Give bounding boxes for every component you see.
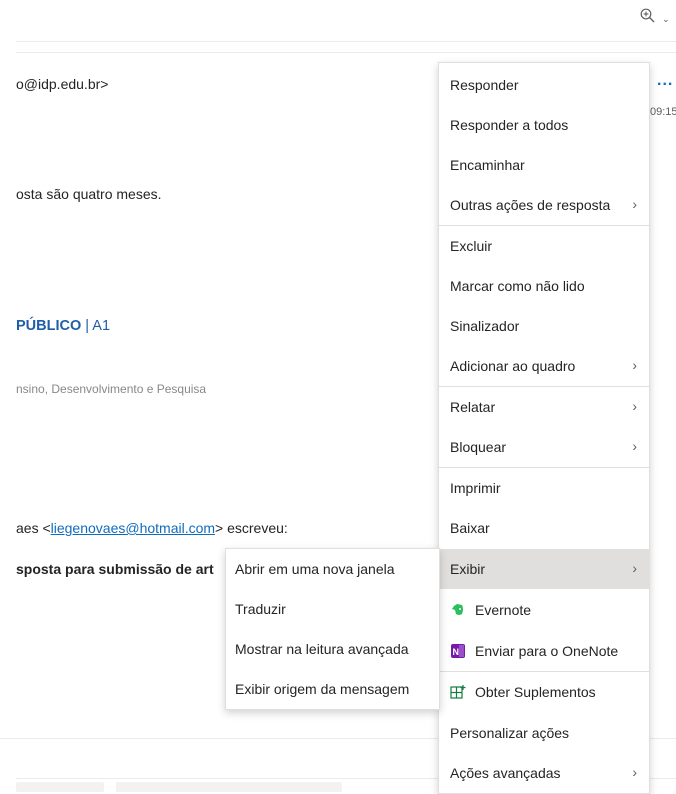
menu-item-label: Enviar para o OneNote (475, 643, 619, 659)
menu-item-exibir[interactable]: Exibir › (439, 549, 649, 589)
brand-name: PÚBLICO (16, 318, 82, 334)
submenu-item-exibir-origem[interactable]: Exibir origem da mensagem (226, 669, 439, 709)
menu-item-label: Outras ações de resposta (450, 197, 611, 213)
submenu-item-traduzir[interactable]: Traduzir (226, 589, 439, 629)
chevron-right-icon: › (632, 196, 637, 212)
submenu-item-label: Exibir origem da mensagem (235, 681, 410, 697)
reply-header: aes <liegenovaes@hotmail.com> escreveu: (16, 520, 288, 536)
submenu-item-leitura-avancada[interactable]: Mostrar na leitura avançada (226, 629, 439, 669)
submenu-item-label: Mostrar na leitura avançada (235, 641, 409, 657)
reply-suffix: > escreveu: (215, 520, 288, 536)
menu-item-baixar[interactable]: Baixar (439, 508, 649, 548)
menu-item-personalizar-acoes[interactable]: Personalizar ações (439, 713, 649, 753)
view-submenu: Abrir em uma nova janela Traduzir Mostra… (225, 548, 440, 710)
menu-item-label: Personalizar ações (450, 725, 570, 741)
menu-item-evernote[interactable]: Evernote (439, 590, 649, 630)
attachment-chip[interactable] (16, 782, 104, 792)
signature-brand: PÚBLICO | A1 (16, 318, 110, 334)
menu-item-label: Baixar (450, 520, 490, 536)
more-actions-button[interactable]: ... (657, 72, 673, 90)
menu-item-adicionar-ao-quadro[interactable]: Adicionar ao quadro › (439, 346, 649, 386)
menu-item-label: Obter Suplementos (475, 684, 596, 700)
body-text: osta são quatro meses. (16, 186, 162, 202)
menu-item-responder[interactable]: Responder (439, 65, 649, 105)
menu-item-outras-acoes-de-resposta[interactable]: Outras ações de resposta › (439, 185, 649, 225)
chevron-right-icon: › (632, 398, 637, 414)
message-time: 09:15 (650, 106, 676, 118)
menu-item-label: Relatar (450, 399, 496, 415)
menu-item-sinalizador[interactable]: Sinalizador (439, 306, 649, 346)
brand-separator: | (81, 318, 93, 334)
attachment-chip[interactable] (116, 782, 342, 792)
divider (16, 41, 676, 42)
chevron-right-icon: › (632, 560, 637, 576)
reply-prefix: aes < (16, 520, 51, 536)
submenu-item-label: Abrir em uma nova janela (235, 561, 395, 577)
menu-item-enviar-para-o-onenote[interactable]: N Enviar para o OneNote (439, 631, 649, 671)
menu-item-label: Evernote (475, 602, 532, 618)
onenote-icon: N (450, 643, 466, 659)
brand-rank: A1 (92, 318, 111, 334)
zoom-in-icon (640, 8, 659, 27)
svg-text:N: N (453, 647, 460, 657)
menu-item-label: Sinalizador (450, 318, 520, 334)
menu-item-label: Bloquear (450, 439, 507, 455)
menu-item-label: Ações avançadas (450, 765, 561, 781)
chevron-right-icon: › (632, 438, 637, 454)
context-menu: Responder Responder a todos Encaminhar O… (438, 62, 650, 794)
menu-item-label: Encaminhar (450, 157, 525, 173)
menu-item-label: Responder (450, 77, 519, 93)
menu-item-imprimir[interactable]: Imprimir (439, 468, 649, 508)
menu-item-relatar[interactable]: Relatar › (439, 387, 649, 427)
reply-subject: sposta para submissão de art (16, 561, 214, 577)
reply-email-link[interactable]: liegenovaes@hotmail.com (51, 520, 215, 536)
menu-item-obter-suplementos[interactable]: Obter Suplementos (439, 672, 649, 712)
menu-item-bloquear[interactable]: Bloquear › (439, 427, 649, 467)
chevron-down-icon: ⌄ (662, 13, 670, 24)
menu-item-responder-a-todos[interactable]: Responder a todos (439, 105, 649, 145)
menu-item-label: Adicionar ao quadro (450, 358, 576, 374)
divider (16, 52, 676, 53)
menu-item-excluir[interactable]: Excluir (439, 226, 649, 266)
submenu-item-label: Traduzir (235, 601, 286, 617)
zoom-button[interactable]: ⌄ (640, 8, 670, 27)
add-ins-icon (450, 684, 466, 700)
menu-item-marcar-como-nao-lido[interactable]: Marcar como não lido (439, 266, 649, 306)
chevron-right-icon: › (632, 357, 637, 373)
institution-name: nsino, Desenvolvimento e Pesquisa (16, 382, 207, 396)
menu-item-acoes-avancadas[interactable]: Ações avançadas › (439, 753, 649, 793)
menu-item-label: Responder a todos (450, 117, 569, 133)
menu-item-label: Imprimir (450, 480, 501, 496)
chevron-right-icon: › (632, 764, 637, 780)
menu-item-label: Marcar como não lido (450, 278, 585, 294)
evernote-icon (450, 602, 466, 618)
submenu-item-abrir-em-nova-janela[interactable]: Abrir em uma nova janela (226, 549, 439, 589)
menu-item-encaminhar[interactable]: Encaminhar (439, 145, 649, 185)
top-toolbar: ⌄ (0, 0, 676, 40)
menu-item-label: Excluir (450, 238, 493, 254)
sender-address: o@idp.edu.br> (16, 76, 109, 92)
menu-item-label: Exibir (450, 561, 486, 577)
